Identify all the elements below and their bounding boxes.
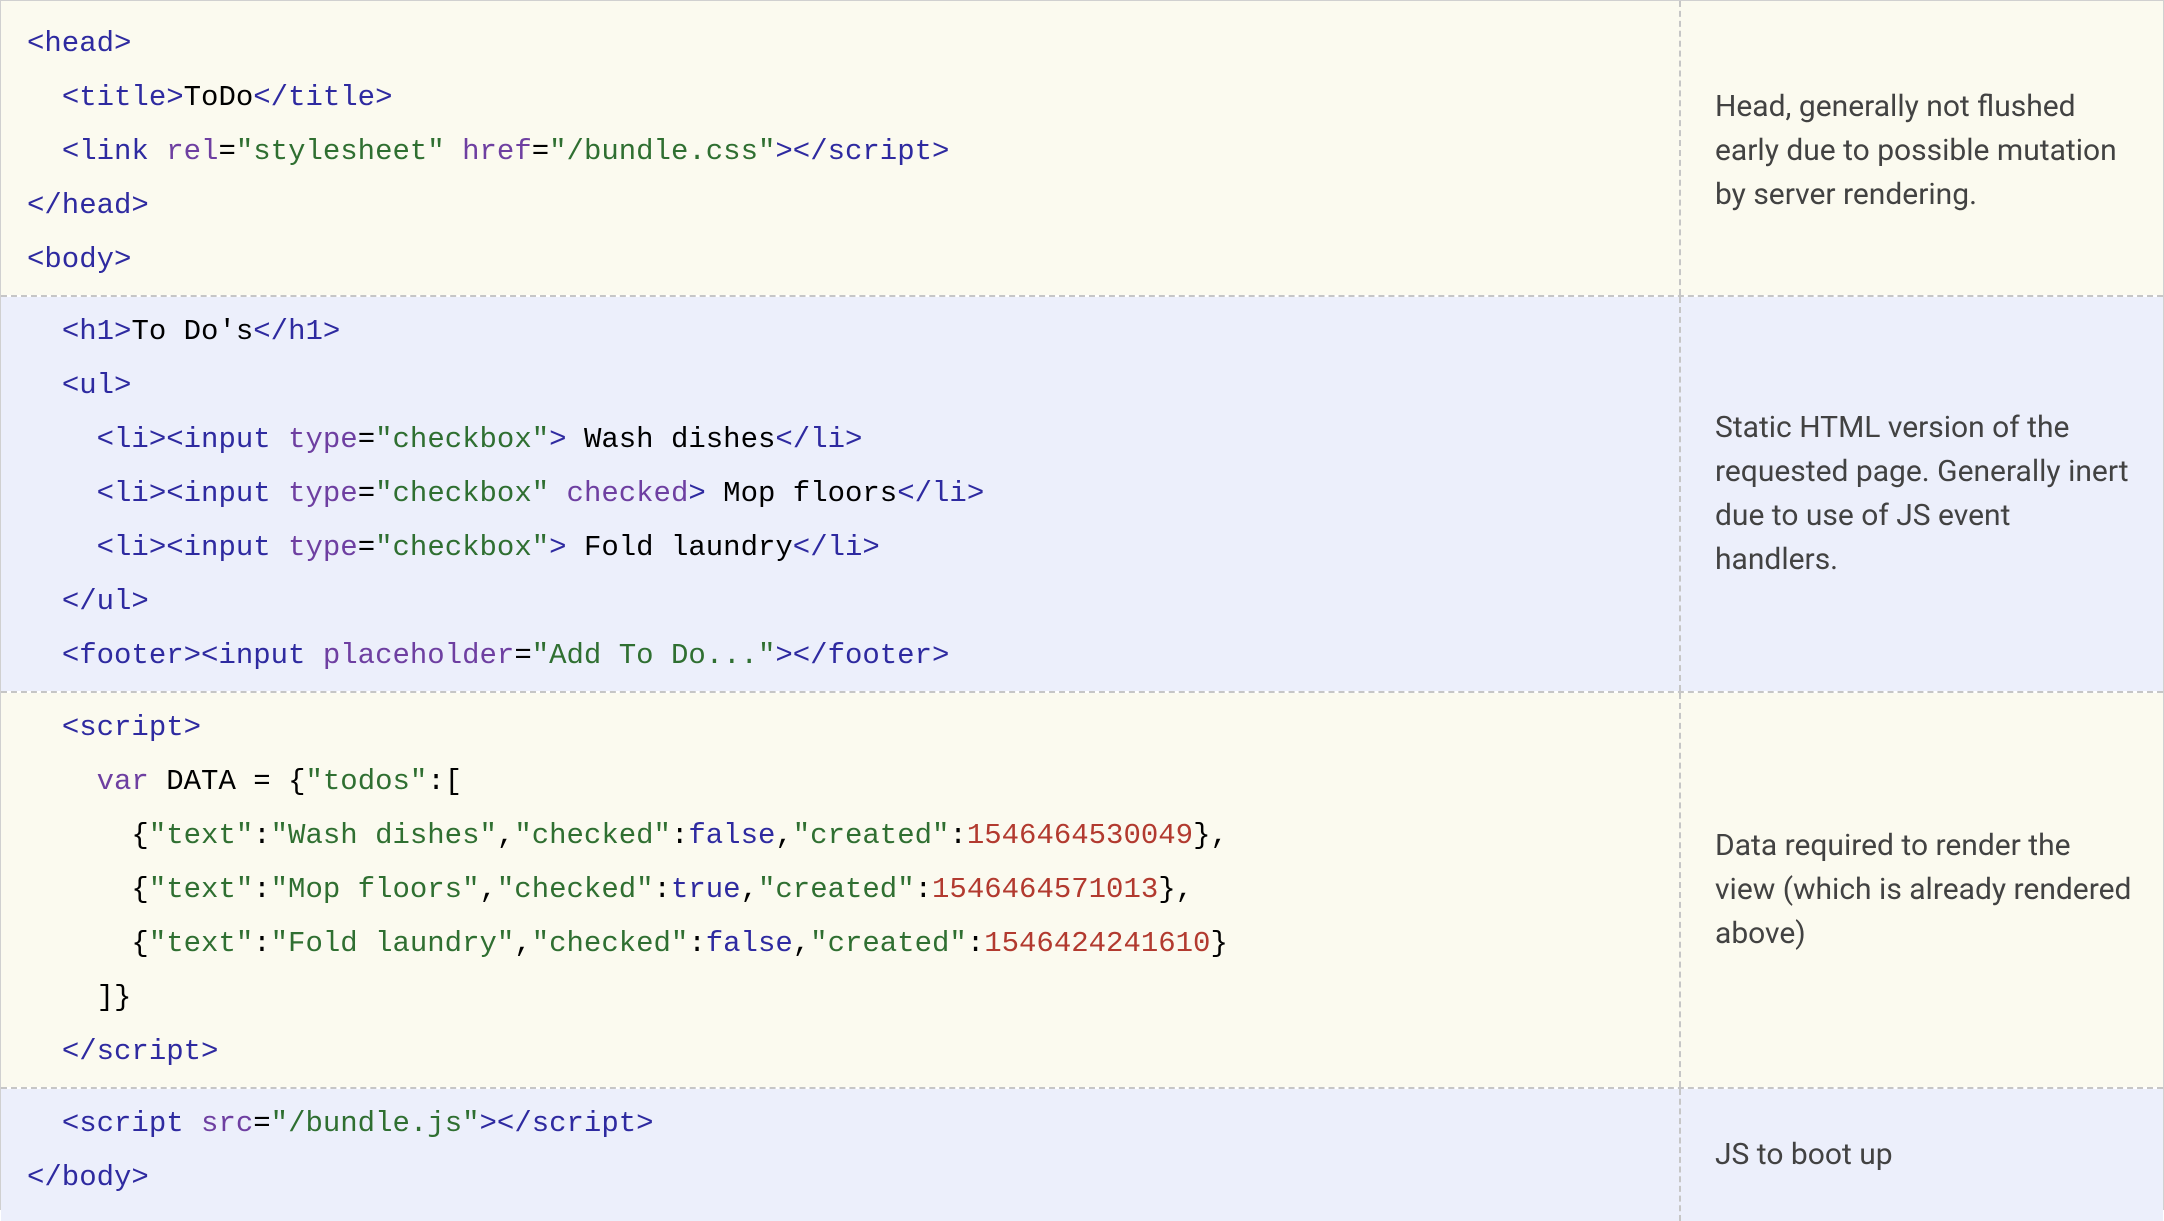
annotation-text: Head, generally not flushed early due to…	[1715, 85, 2133, 217]
annotation-data: Data required to render the view (which …	[1681, 693, 2163, 1087]
annotated-code-diagram: <head> <title>ToDo</title> <link rel="st…	[0, 0, 2164, 1210]
code-block-data: <script> var DATA = {"todos":[ {"text":"…	[1, 693, 1681, 1087]
annotation-text: Static HTML version of the requested pag…	[1715, 406, 2133, 582]
annotation-head: Head, generally not flushed early due to…	[1681, 1, 2163, 295]
annotation-text: Data required to render the view (which …	[1715, 824, 2133, 956]
code-block-static-html: <h1>To Do's</h1> <ul> <li><input type="c…	[1, 297, 1681, 691]
code-block-boot: <script src="/bundle.js"></script> </bod…	[1, 1089, 1681, 1221]
section-boot: <script src="/bundle.js"></script> </bod…	[1, 1087, 2163, 1221]
code-block-head: <head> <title>ToDo</title> <link rel="st…	[1, 1, 1681, 295]
annotation-static-html: Static HTML version of the requested pag…	[1681, 297, 2163, 691]
annotation-text: JS to boot up	[1715, 1133, 1893, 1177]
section-head: <head> <title>ToDo</title> <link rel="st…	[1, 1, 2163, 295]
annotation-boot: JS to boot up	[1681, 1089, 2163, 1221]
section-data: <script> var DATA = {"todos":[ {"text":"…	[1, 691, 2163, 1087]
section-static-html: <h1>To Do's</h1> <ul> <li><input type="c…	[1, 295, 2163, 691]
